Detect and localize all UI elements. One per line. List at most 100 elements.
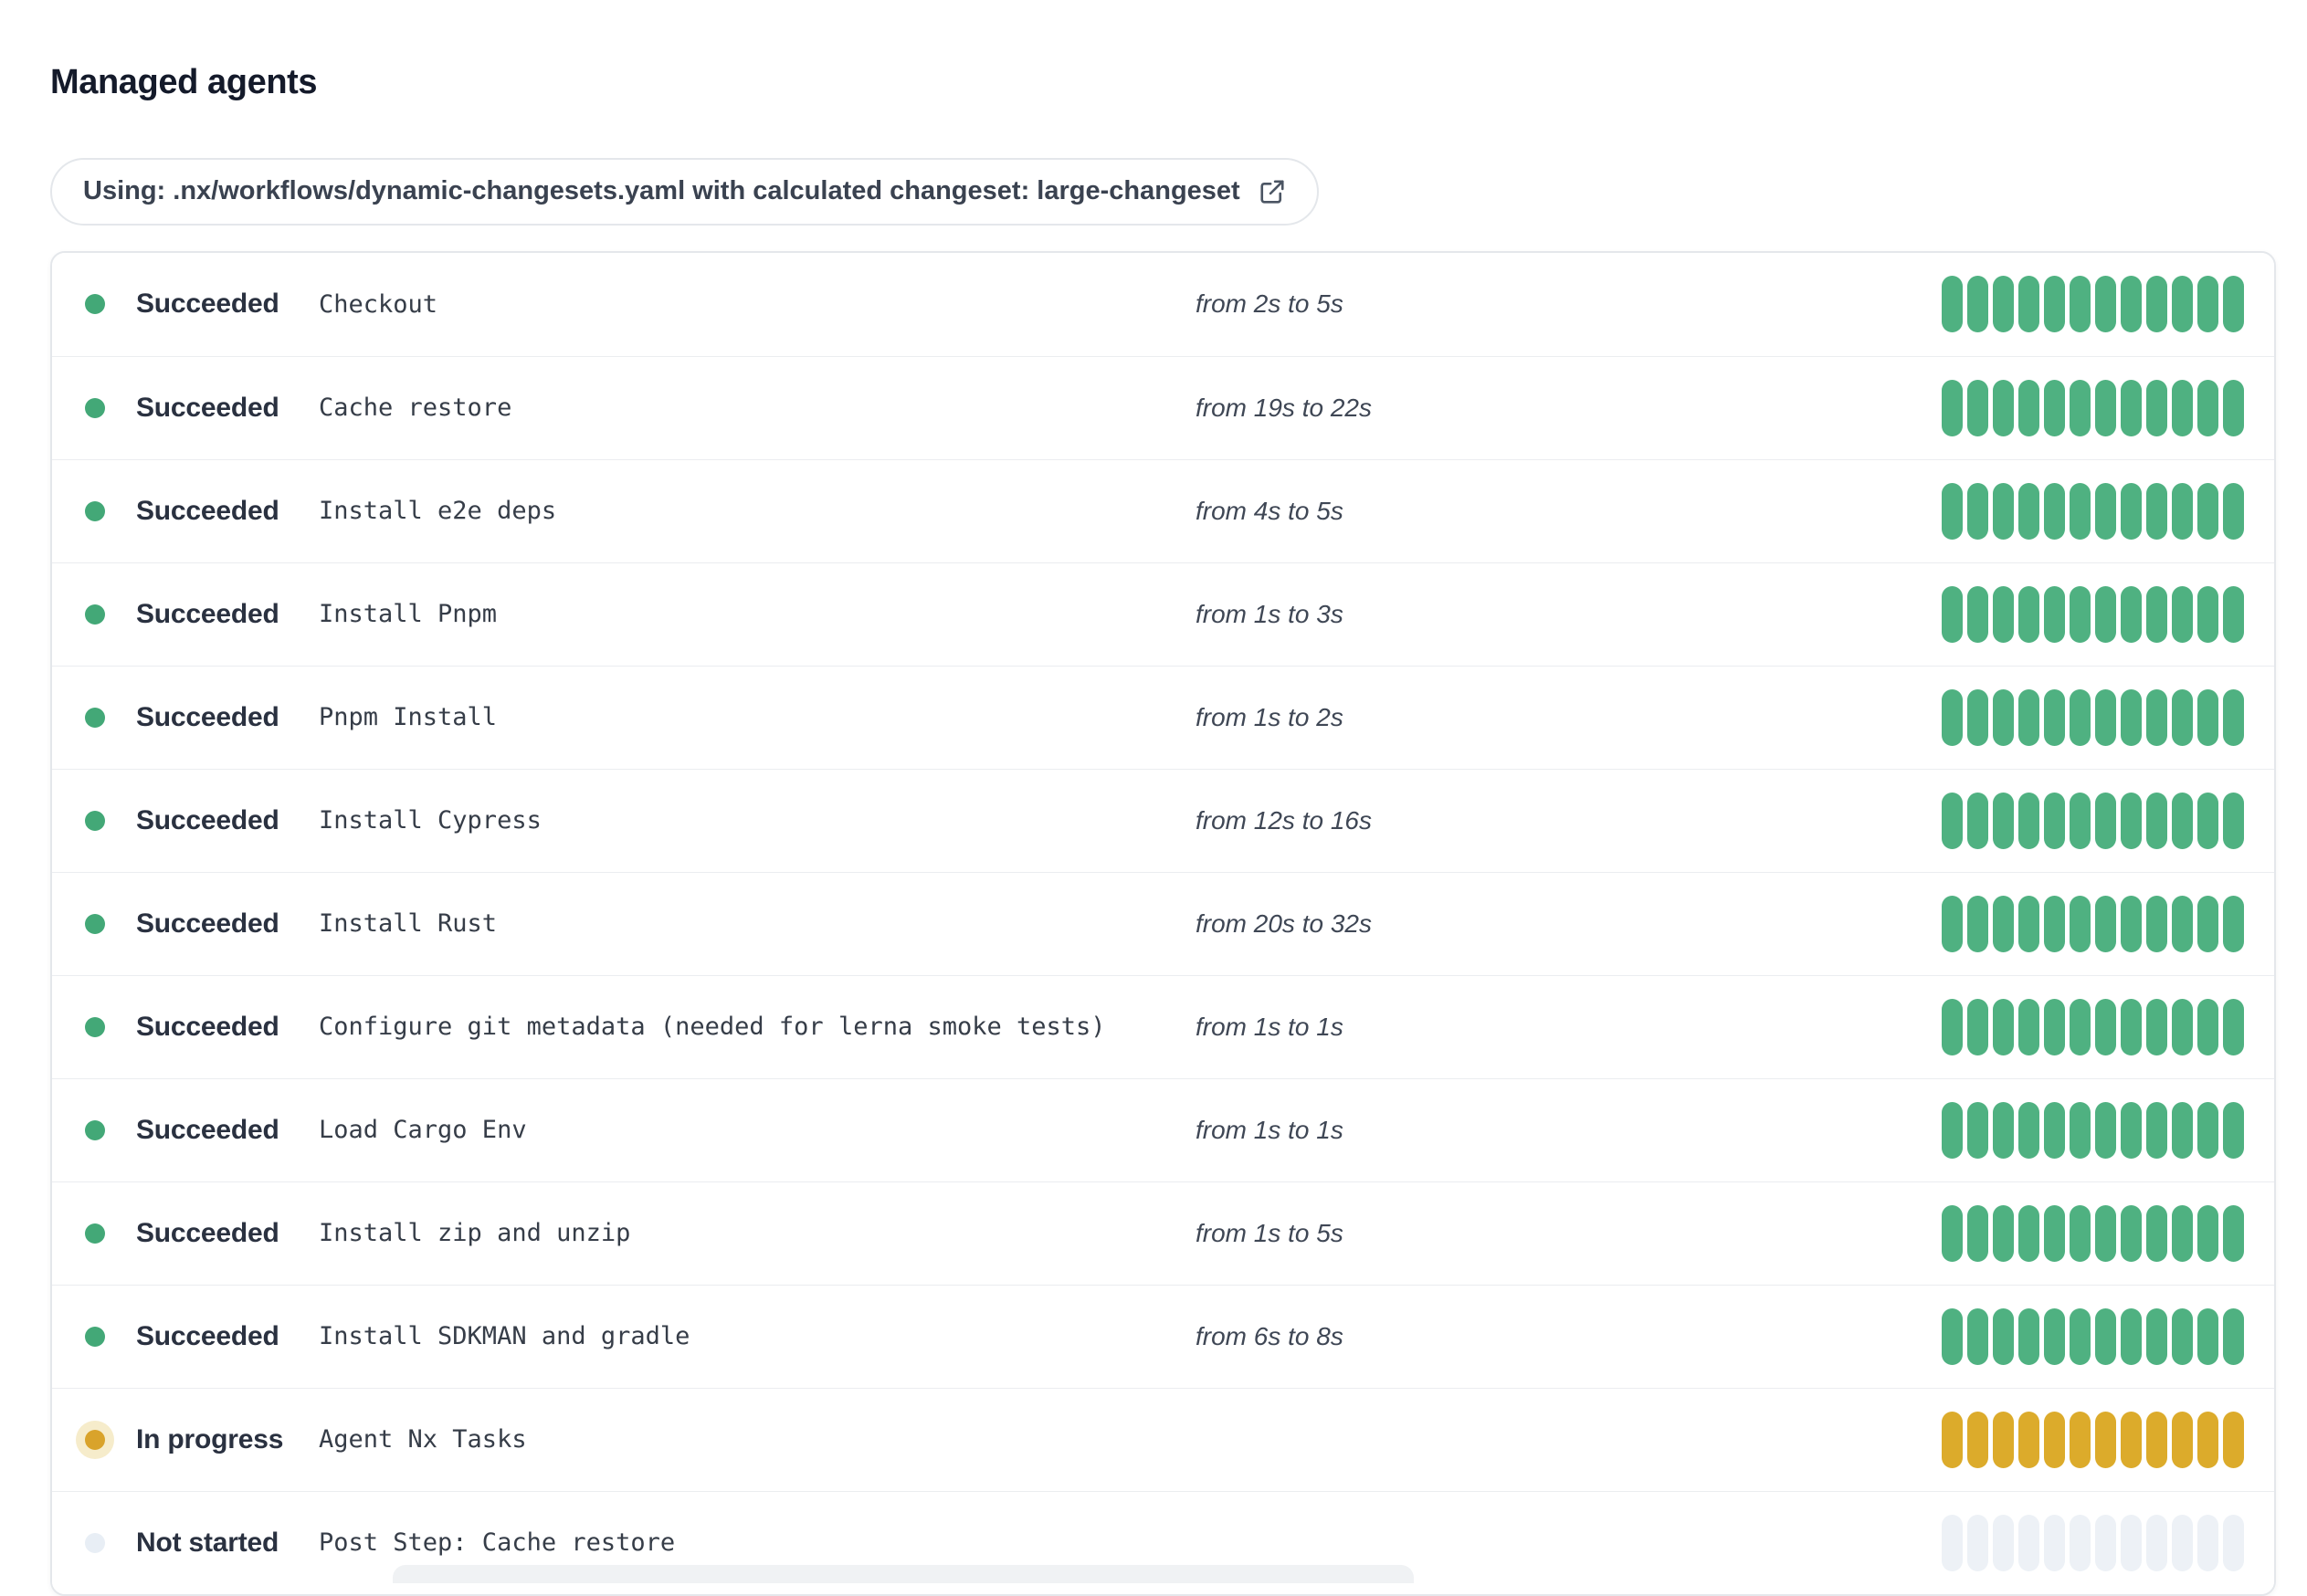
status-dot-icon [85, 810, 105, 831]
agent-step-row[interactable]: Succeeded Configure git metadata (needed… [52, 974, 2274, 1078]
progress-segment [2044, 585, 2065, 643]
progress-segment [2070, 1411, 2091, 1468]
progress-segment [2044, 895, 2065, 952]
external-link-icon[interactable] [1259, 178, 1286, 205]
progress-segment [2172, 1101, 2193, 1159]
progress-segment [2018, 482, 2039, 540]
step-name: Load Cargo Env [319, 1116, 527, 1145]
progress-segment [2146, 792, 2167, 849]
progress-segment [1993, 1411, 2014, 1468]
progress-segment [2172, 379, 2193, 436]
progress-segment [2095, 998, 2116, 1055]
progress-segment [2018, 688, 2039, 746]
progress-segment [1942, 1411, 1963, 1468]
status-label: Succeeded [136, 804, 279, 835]
progress-segment [2070, 792, 2091, 849]
progress-segment [1942, 482, 1963, 540]
agent-step-row[interactable]: Succeeded Install Pnpm from 1s to 3s [52, 562, 2274, 666]
progress-segment [2121, 585, 2142, 643]
progress-segment [2095, 792, 2116, 849]
agent-step-row[interactable]: Succeeded Pnpm Install from 1s to 2s [52, 665, 2274, 769]
status-label: Succeeded [136, 1217, 279, 1248]
status-dot-cell [85, 500, 136, 521]
progress-segment [2018, 998, 2039, 1055]
status-dot-icon [85, 1016, 105, 1037]
status-label: Not started [136, 1527, 279, 1558]
progress-segment [1942, 379, 1963, 436]
duration-range: from 1s to 2s [1196, 702, 1343, 731]
progress-segment [2018, 895, 2039, 952]
progress-segment [2172, 585, 2193, 643]
status-label: Succeeded [136, 289, 279, 320]
agent-step-row[interactable]: Succeeded Install Rust from 20s to 32s [52, 871, 2274, 975]
progress-segment [2018, 276, 2039, 333]
progress-segment [2095, 1101, 2116, 1159]
progress-segment [2172, 895, 2193, 952]
progress-bars [1942, 482, 2244, 540]
progress-segment [1942, 1101, 1963, 1159]
progress-segment [2070, 1514, 2091, 1571]
agent-step-row[interactable]: Succeeded Install zip and unzip from 1s … [52, 1181, 2274, 1285]
progress-segment [2146, 1307, 2167, 1365]
progress-segment [2146, 688, 2167, 746]
status-dot-icon [85, 707, 105, 728]
step-name: Install Cypress [319, 806, 542, 835]
progress-segment [2223, 276, 2244, 333]
progress-segment [2095, 1204, 2116, 1262]
progress-segment [1967, 688, 1988, 746]
progress-segment [1993, 688, 2014, 746]
progress-segment [1967, 792, 1988, 849]
progress-segment [2172, 482, 2193, 540]
progress-segment [2197, 276, 2218, 333]
progress-segment [1993, 276, 2014, 333]
progress-segment [2070, 998, 2091, 1055]
progress-segment [2121, 1101, 2142, 1159]
progress-segment [2146, 1101, 2167, 1159]
status-label: Succeeded [136, 495, 279, 526]
agent-step-row[interactable]: Succeeded Install SDKMAN and gradle from… [52, 1284, 2274, 1388]
agent-step-row[interactable]: Succeeded Install Cypress from 12s to 16… [52, 768, 2274, 872]
progress-segment [2197, 1101, 2218, 1159]
status-dot-cell [85, 1429, 136, 1450]
progress-segment [2223, 688, 2244, 746]
progress-segment [2197, 585, 2218, 643]
progress-segment [2197, 482, 2218, 540]
progress-segment [2121, 1204, 2142, 1262]
progress-segment [2197, 895, 2218, 952]
progress-segment [2121, 379, 2142, 436]
duration-range: from 1s to 5s [1196, 1218, 1343, 1247]
agent-step-row[interactable]: Succeeded Cache restore from 19s to 22s [52, 355, 2274, 459]
workflow-usage-banner[interactable]: Using: .nx/workflows/dynamic-changesets.… [50, 157, 1319, 226]
progress-bars [1942, 1307, 2244, 1365]
progress-segment [1967, 585, 1988, 643]
progress-segment [2044, 1514, 2065, 1571]
step-name: Configure git metadata (needed for lerna… [319, 1013, 1106, 1042]
agent-step-row[interactable]: Succeeded Load Cargo Env from 1s to 1s [52, 1077, 2274, 1181]
status-dot-cell [85, 604, 136, 625]
progress-segment [2018, 1307, 2039, 1365]
progress-segment [2197, 792, 2218, 849]
progress-segment [1942, 792, 1963, 849]
progress-segment [2070, 1204, 2091, 1262]
step-name: Install e2e deps [319, 497, 557, 526]
step-name: Install Pnpm [319, 600, 498, 629]
status-dot-cell [85, 1326, 136, 1347]
progress-segment [2223, 1514, 2244, 1571]
agent-step-row[interactable]: Succeeded Checkout from 2s to 5s [52, 252, 2274, 356]
progress-segment [2070, 379, 2091, 436]
duration-range: from 1s to 1s [1196, 1012, 1343, 1041]
status-dot-icon [85, 1326, 105, 1347]
progress-segment [2095, 1411, 2116, 1468]
agent-step-row[interactable]: In progress Agent Nx Tasks [52, 1387, 2274, 1491]
progress-segment [1993, 585, 2014, 643]
status-dot-cell [85, 1223, 136, 1244]
progress-segment [1993, 1101, 2014, 1159]
progress-segment [1993, 1307, 2014, 1365]
progress-segment [2223, 482, 2244, 540]
agent-step-row[interactable]: Succeeded Install e2e deps from 4s to 5s [52, 458, 2274, 562]
progress-segment [2197, 688, 2218, 746]
progress-segment [2070, 482, 2091, 540]
progress-segment [1942, 998, 1963, 1055]
duration-range: from 6s to 8s [1196, 1321, 1343, 1350]
progress-segment [1993, 792, 2014, 849]
